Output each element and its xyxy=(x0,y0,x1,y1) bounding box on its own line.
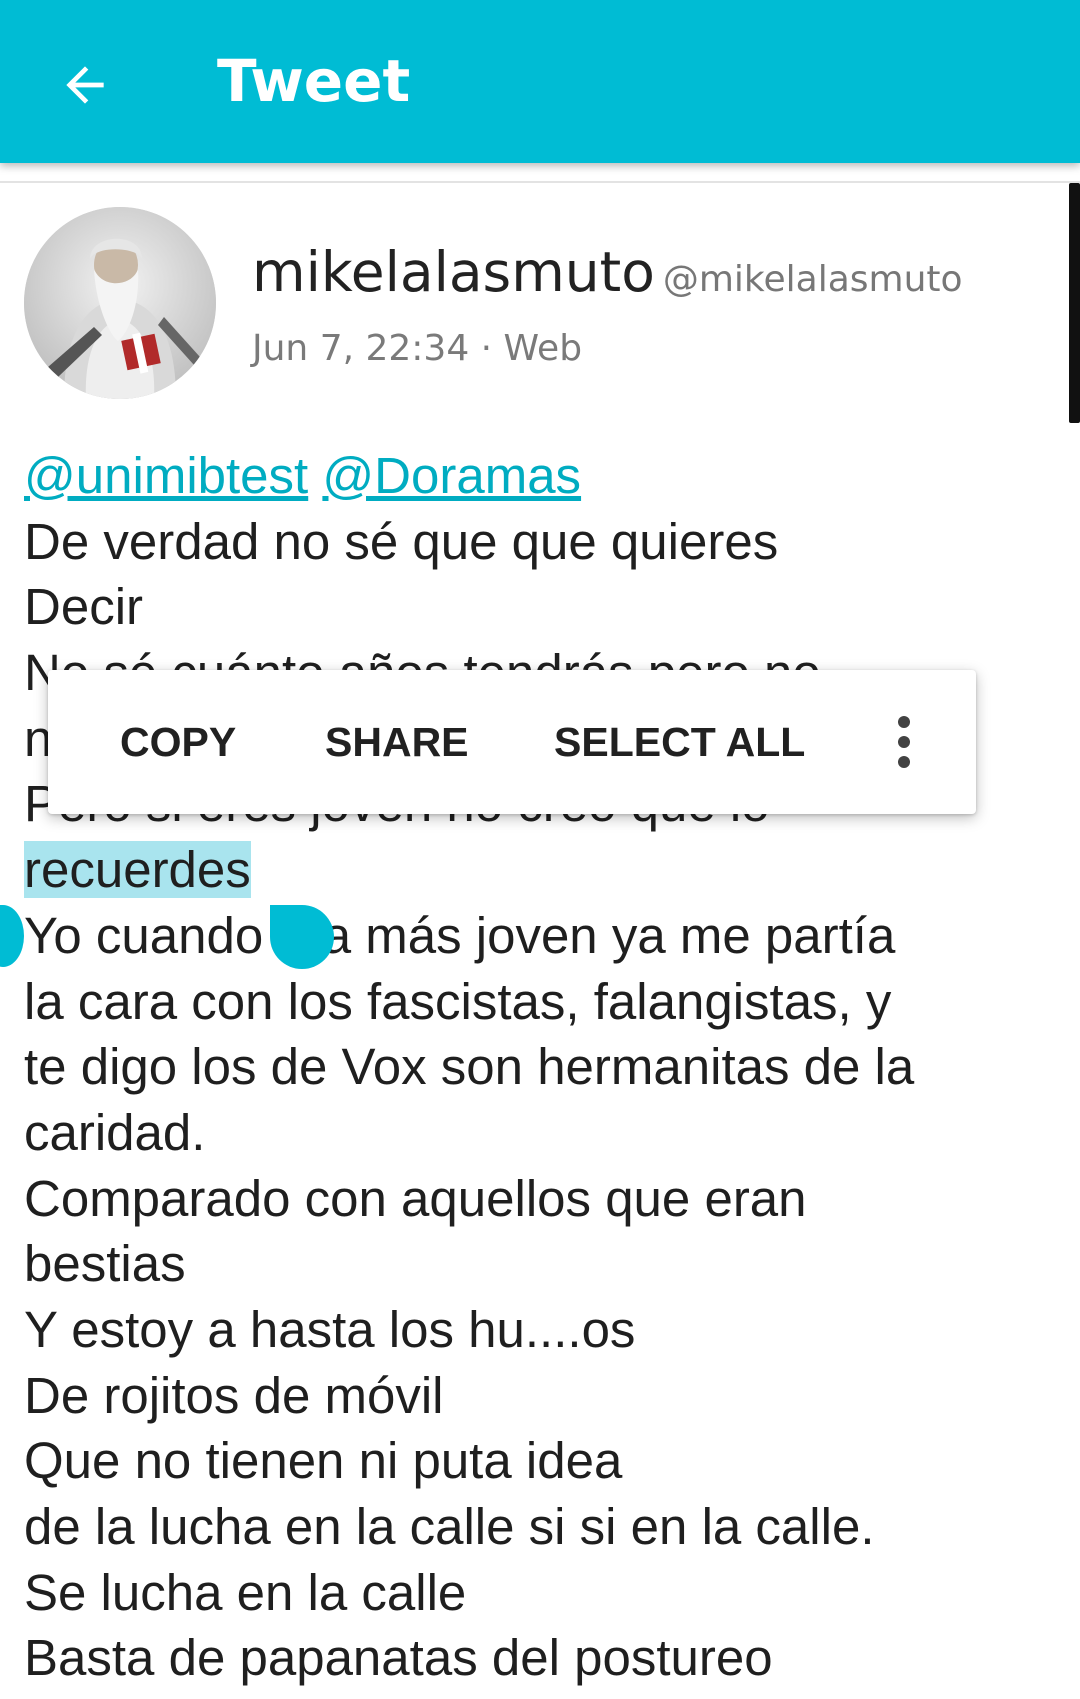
user-handle[interactable]: @mikelalasmuto xyxy=(663,259,963,300)
arrow-back-icon xyxy=(66,66,104,104)
tweet-line: la cara con los fascistas, falangistas, … xyxy=(24,972,892,1030)
tweet-line: Se lucha en la calle xyxy=(24,1563,467,1621)
tweet-line: recuerdes xyxy=(24,837,1064,903)
mention-link[interactable]: @Doramas xyxy=(322,447,581,504)
page-title: Tweet xyxy=(217,47,411,115)
more-vert-icon xyxy=(898,716,910,768)
tweet-text[interactable]: @unimibtest @Doramas De verdad no sé que… xyxy=(24,443,1064,1691)
tweet-line: De rojitos de móvil xyxy=(24,1366,444,1424)
divider xyxy=(0,181,1080,183)
tweet-line: te digo los de Vox son hermanitas de la xyxy=(24,1038,915,1096)
back-button[interactable] xyxy=(50,50,120,120)
selected-text[interactable]: recuerdes xyxy=(24,841,251,899)
tweet-line: Yo cuando era más joven ya me partía xyxy=(24,906,896,964)
tweet-line: bestias xyxy=(24,1235,186,1293)
share-button[interactable]: SHARE xyxy=(325,670,469,814)
tweet-line: Comparado con aquellos que eran xyxy=(24,1169,807,1227)
user-name[interactable]: mikelalasmuto xyxy=(252,240,655,304)
tweet-line: De verdad no sé que que quieres xyxy=(24,512,779,570)
tweet-line: Y estoy a hasta los hu....os xyxy=(24,1300,636,1358)
select-all-button[interactable]: SELECT ALL xyxy=(554,670,805,814)
tweet-line: de la lucha en la calle si si en la call… xyxy=(24,1498,875,1555)
tweet-meta: Jun 7, 22:34 · Web xyxy=(252,328,583,369)
avatar[interactable] xyxy=(24,207,216,399)
more-options-button[interactable] xyxy=(868,706,940,778)
copy-button[interactable]: COPY xyxy=(120,670,236,814)
user-name-row[interactable]: mikelalasmuto @mikelalasmuto xyxy=(252,237,963,315)
mention-link[interactable]: @unimibtest xyxy=(24,447,308,504)
tweet-line: Que no tienen ni puta idea xyxy=(24,1432,623,1490)
tweet-line: caridad. xyxy=(24,1103,206,1161)
tweet-line: Decir xyxy=(24,578,144,636)
scrollbar[interactable] xyxy=(1069,183,1080,423)
tweet-line: Basta de papanatas del postureo xyxy=(24,1629,773,1687)
selection-start-handle[interactable] xyxy=(0,905,24,967)
selection-end-handle[interactable] xyxy=(270,905,334,969)
text-selection-menu: COPY SHARE SELECT ALL xyxy=(48,670,976,814)
app-bar: Tweet xyxy=(0,0,1080,163)
mentions-line: @unimibtest @Doramas xyxy=(24,443,1064,509)
